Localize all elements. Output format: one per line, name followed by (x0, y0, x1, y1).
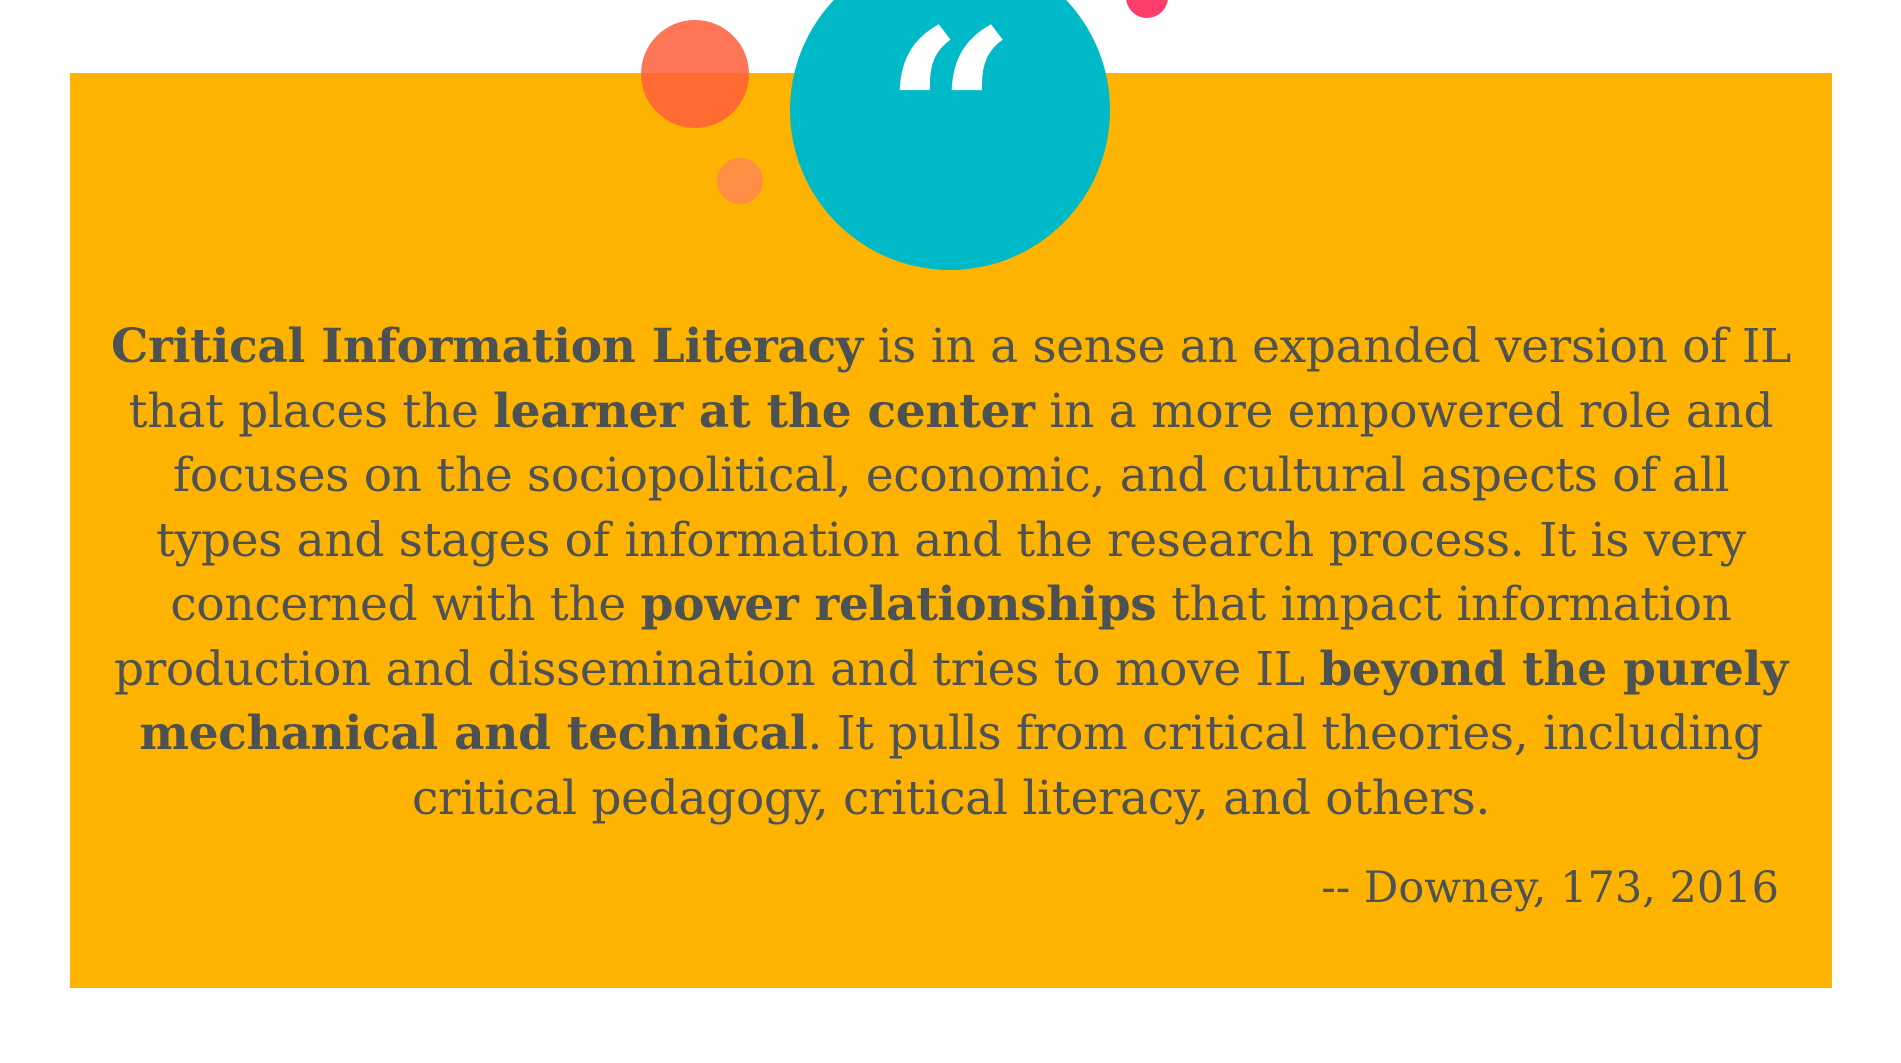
decorative-orange-circle (717, 158, 763, 204)
quote-citation: -- Downey, 173, 2016 (1321, 863, 1779, 913)
quote-text: Critical Information Literacy is in a se… (110, 315, 1792, 831)
decorative-red-circle (641, 20, 749, 128)
quote-segment-emphasis: learner at the center (493, 383, 1035, 439)
quote-segment-emphasis: power relationships (640, 577, 1157, 632)
quote-badge: “ (790, 0, 1110, 270)
decorative-pink-circle (1126, 0, 1168, 18)
quote-segment-key-term: Critical Information Literacy (110, 319, 863, 374)
quote-mark-icon: “ (883, 0, 1017, 250)
